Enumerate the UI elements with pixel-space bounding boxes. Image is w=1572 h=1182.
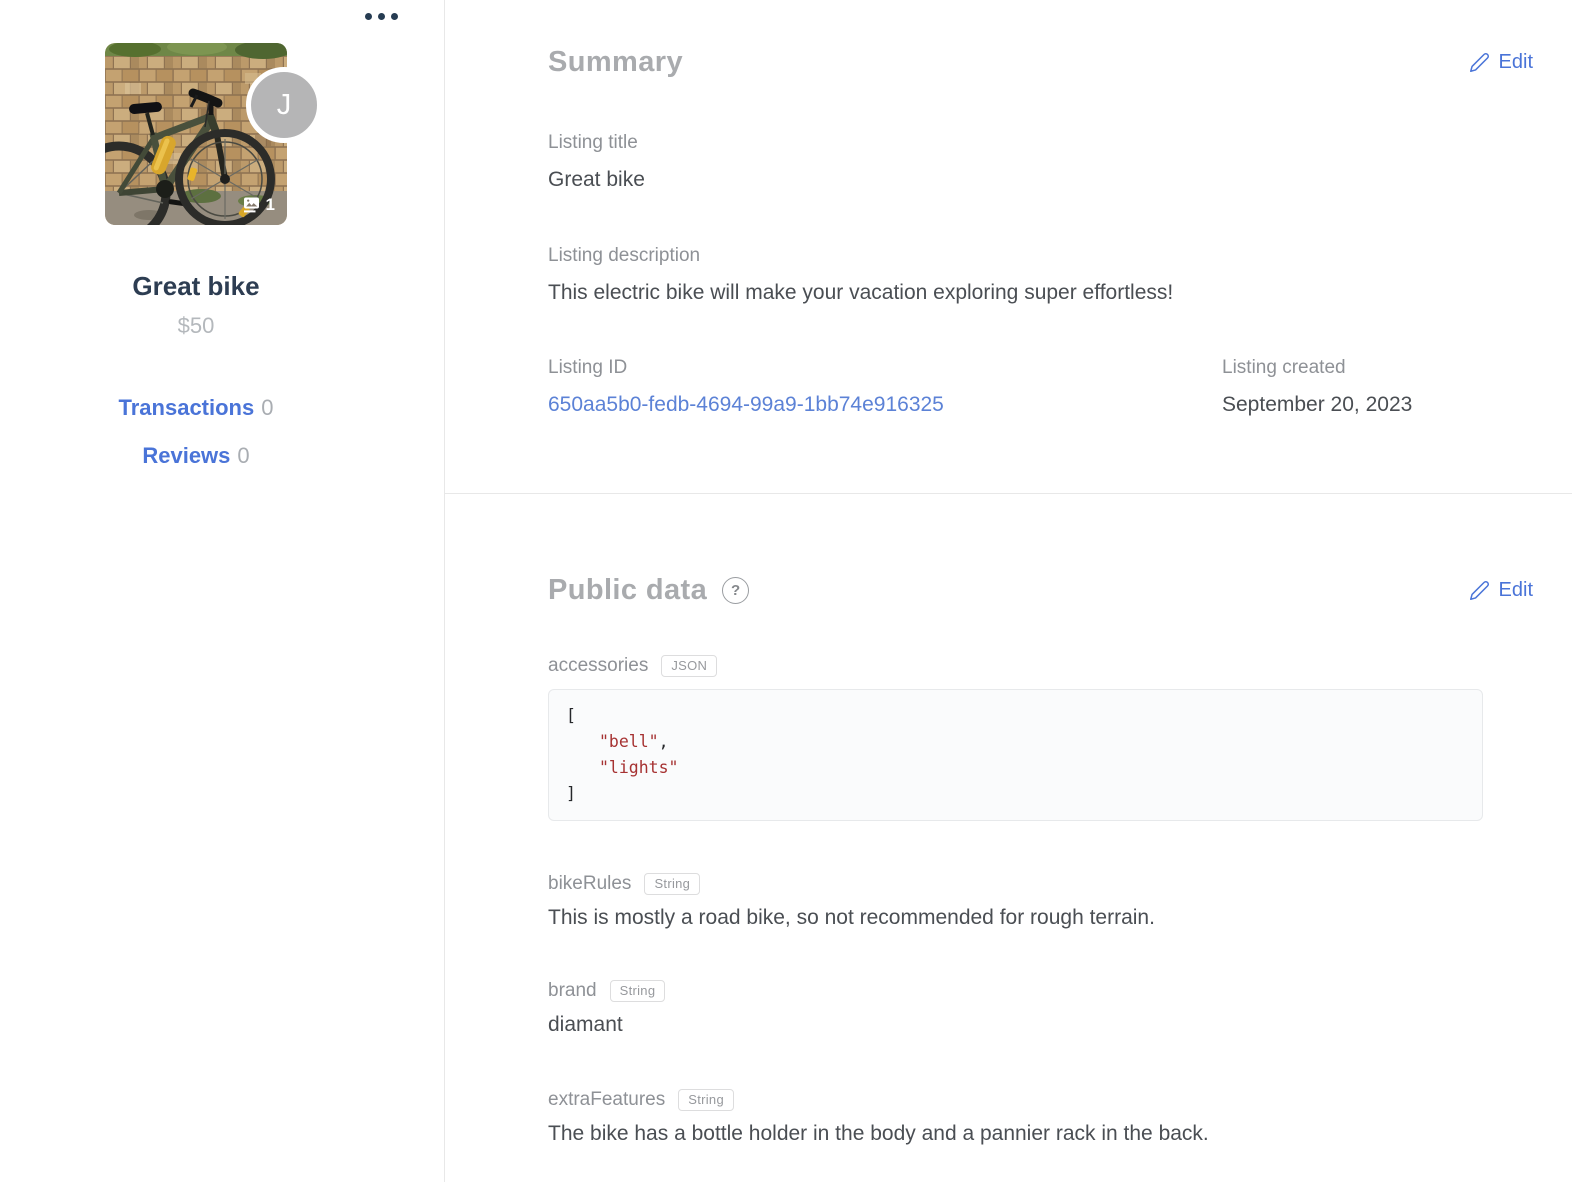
transactions-count: 0 bbox=[261, 395, 274, 420]
json-token: , bbox=[658, 732, 669, 752]
reviews-link[interactable]: Reviews bbox=[142, 443, 230, 468]
json-string-token: "lights" bbox=[599, 758, 679, 778]
string-type-badge: String bbox=[644, 873, 701, 896]
brand-field: brand String diamant bbox=[548, 980, 1533, 1037]
reviews-count: 0 bbox=[237, 443, 250, 468]
listing-description-label: Listing description bbox=[548, 245, 701, 267]
listing-description-value: This electric bike will make your vacati… bbox=[548, 280, 1174, 304]
json-string-token: "bell" bbox=[599, 732, 659, 752]
transactions-link[interactable]: Transactions bbox=[119, 395, 255, 420]
public-data-edit-label: Edit bbox=[1498, 579, 1533, 602]
public-data-edit-button[interactable]: Edit bbox=[1469, 579, 1533, 602]
listing-main-panel: Summary Edit Listing title Great bike Li… bbox=[445, 0, 1572, 1182]
accessories-key: accessories bbox=[548, 655, 649, 677]
bike-rules-value: This is mostly a road bike, so not recom… bbox=[548, 906, 1155, 930]
json-token: [ bbox=[566, 706, 576, 726]
summary-edit-label: Edit bbox=[1498, 51, 1533, 73]
ellipsis-dot-icon bbox=[378, 13, 385, 20]
ellipsis-dot-icon bbox=[391, 13, 398, 20]
reviews-row: Reviews 0 bbox=[0, 443, 392, 469]
summary-edit-button[interactable]: Edit bbox=[1469, 51, 1533, 74]
bike-rules-field: bikeRules String This is mostly a road b… bbox=[548, 873, 1533, 930]
listing-title-field: Listing title Great bike bbox=[548, 132, 1533, 192]
ellipsis-dot-icon bbox=[365, 13, 372, 20]
author-avatar[interactable]: J bbox=[246, 67, 322, 143]
help-icon[interactable]: ? bbox=[722, 577, 750, 605]
pencil-icon bbox=[1469, 53, 1489, 72]
accessories-field: accessories JSON [ "bell", "lights" ] bbox=[548, 655, 1533, 822]
listing-created-field: Listing created September 20, 2023 bbox=[1222, 357, 1533, 417]
listing-id-label: Listing ID bbox=[548, 357, 628, 379]
summary-section: Summary Edit Listing title Great bike Li… bbox=[548, 46, 1533, 417]
image-count-badge: 1 bbox=[243, 196, 275, 213]
listing-title-value: Great bike bbox=[548, 167, 645, 191]
string-type-badge: String bbox=[678, 1089, 734, 1112]
extra-features-value: The bike has a bottle holder in the body… bbox=[548, 1122, 1209, 1146]
bike-rules-key: bikeRules bbox=[548, 873, 632, 895]
summary-heading: Summary bbox=[548, 46, 683, 78]
listing-description-field: Listing description This electric bike w… bbox=[548, 245, 1533, 305]
json-token: ] bbox=[566, 784, 576, 804]
listing-created-value: September 20, 2023 bbox=[1222, 392, 1413, 416]
public-data-section: Public data ? Edit accessories JSON [ "b bbox=[548, 494, 1533, 1146]
more-actions-button[interactable] bbox=[360, 8, 403, 25]
accessories-json-viewer: [ "bell", "lights" ] bbox=[548, 689, 1483, 822]
photo-icon bbox=[243, 197, 259, 213]
json-type-badge: JSON bbox=[661, 655, 718, 678]
extra-features-key: extraFeatures bbox=[548, 1089, 666, 1111]
brand-value: diamant bbox=[548, 1013, 623, 1037]
listing-photo[interactable]: 1 J bbox=[105, 43, 322, 225]
listing-detail-page: 1 J Great bike $50 Transactions 0 Reviews… bbox=[0, 0, 1572, 1182]
image-count-value: 1 bbox=[265, 195, 275, 214]
pencil-icon bbox=[1469, 581, 1489, 601]
listing-sidebar: 1 J Great bike $50 Transactions 0 Reviews… bbox=[0, 0, 445, 1182]
extra-features-field: extraFeatures String The bike has a bott… bbox=[548, 1089, 1533, 1146]
listing-id-link[interactable]: 650aa5b0-fedb-4694-99a9-1bb74e916325 bbox=[548, 393, 944, 416]
listing-title-label: Listing title bbox=[548, 132, 638, 153]
sidebar-content: 1 J Great bike $50 Transactions 0 Reviews… bbox=[0, 43, 392, 469]
avatar-initial: J bbox=[276, 88, 292, 121]
brand-key: brand bbox=[548, 980, 597, 1002]
sidebar-listing-title: Great bike bbox=[132, 271, 260, 301]
public-data-heading: Public data bbox=[548, 574, 708, 607]
string-type-badge: String bbox=[609, 980, 666, 1003]
listing-created-label: Listing created bbox=[1222, 357, 1346, 379]
listing-price: $50 bbox=[177, 313, 215, 338]
listing-id-field: Listing ID 650aa5b0-fedb-4694-99a9-1bb74… bbox=[548, 357, 1222, 417]
transactions-row: Transactions 0 bbox=[0, 395, 392, 421]
